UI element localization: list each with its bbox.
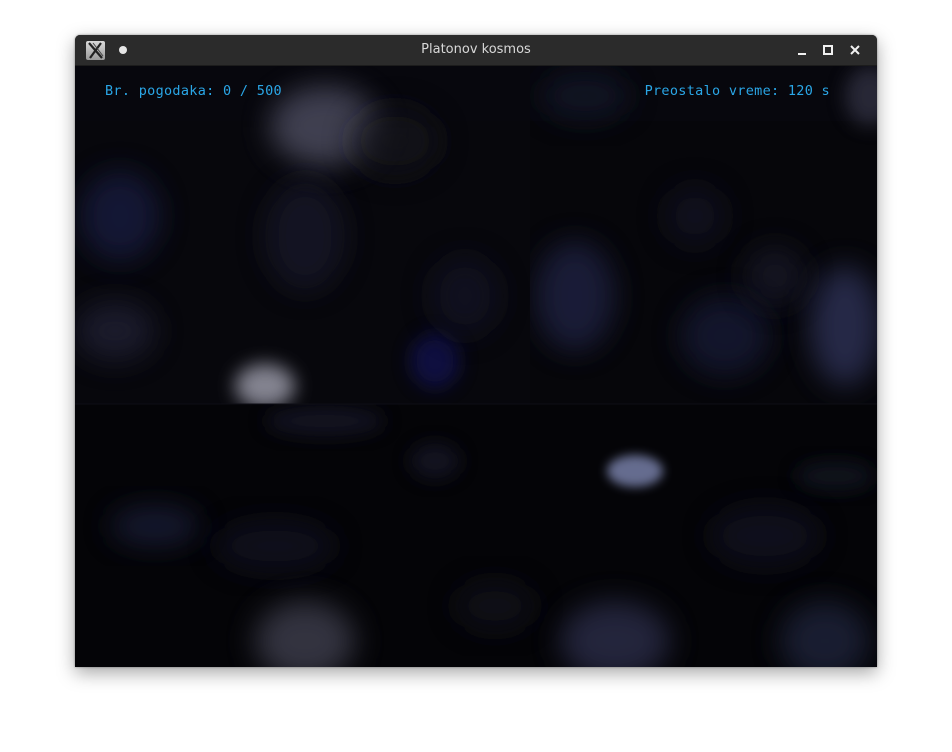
maximize-button[interactable] [819,41,837,59]
title-bar[interactable]: Platonov kosmos [75,35,877,66]
space-scene [75,66,877,667]
minimize-button[interactable] [793,41,811,59]
time-remaining: Preostalo vreme: 120 s [644,83,830,99]
game-window: Platonov kosmos Br. pogodaka: 0 / 500 Pr… [75,35,877,667]
minimize-icon [798,53,806,55]
window-title: Platonov kosmos [421,42,531,57]
close-button[interactable] [846,41,864,59]
hits-counter: Br. pogodaka: 0 / 500 [105,83,282,99]
maximize-icon [823,45,833,55]
game-viewport[interactable]: Br. pogodaka: 0 / 500 Preostalo vreme: 1… [75,66,877,667]
close-icon [850,45,860,55]
